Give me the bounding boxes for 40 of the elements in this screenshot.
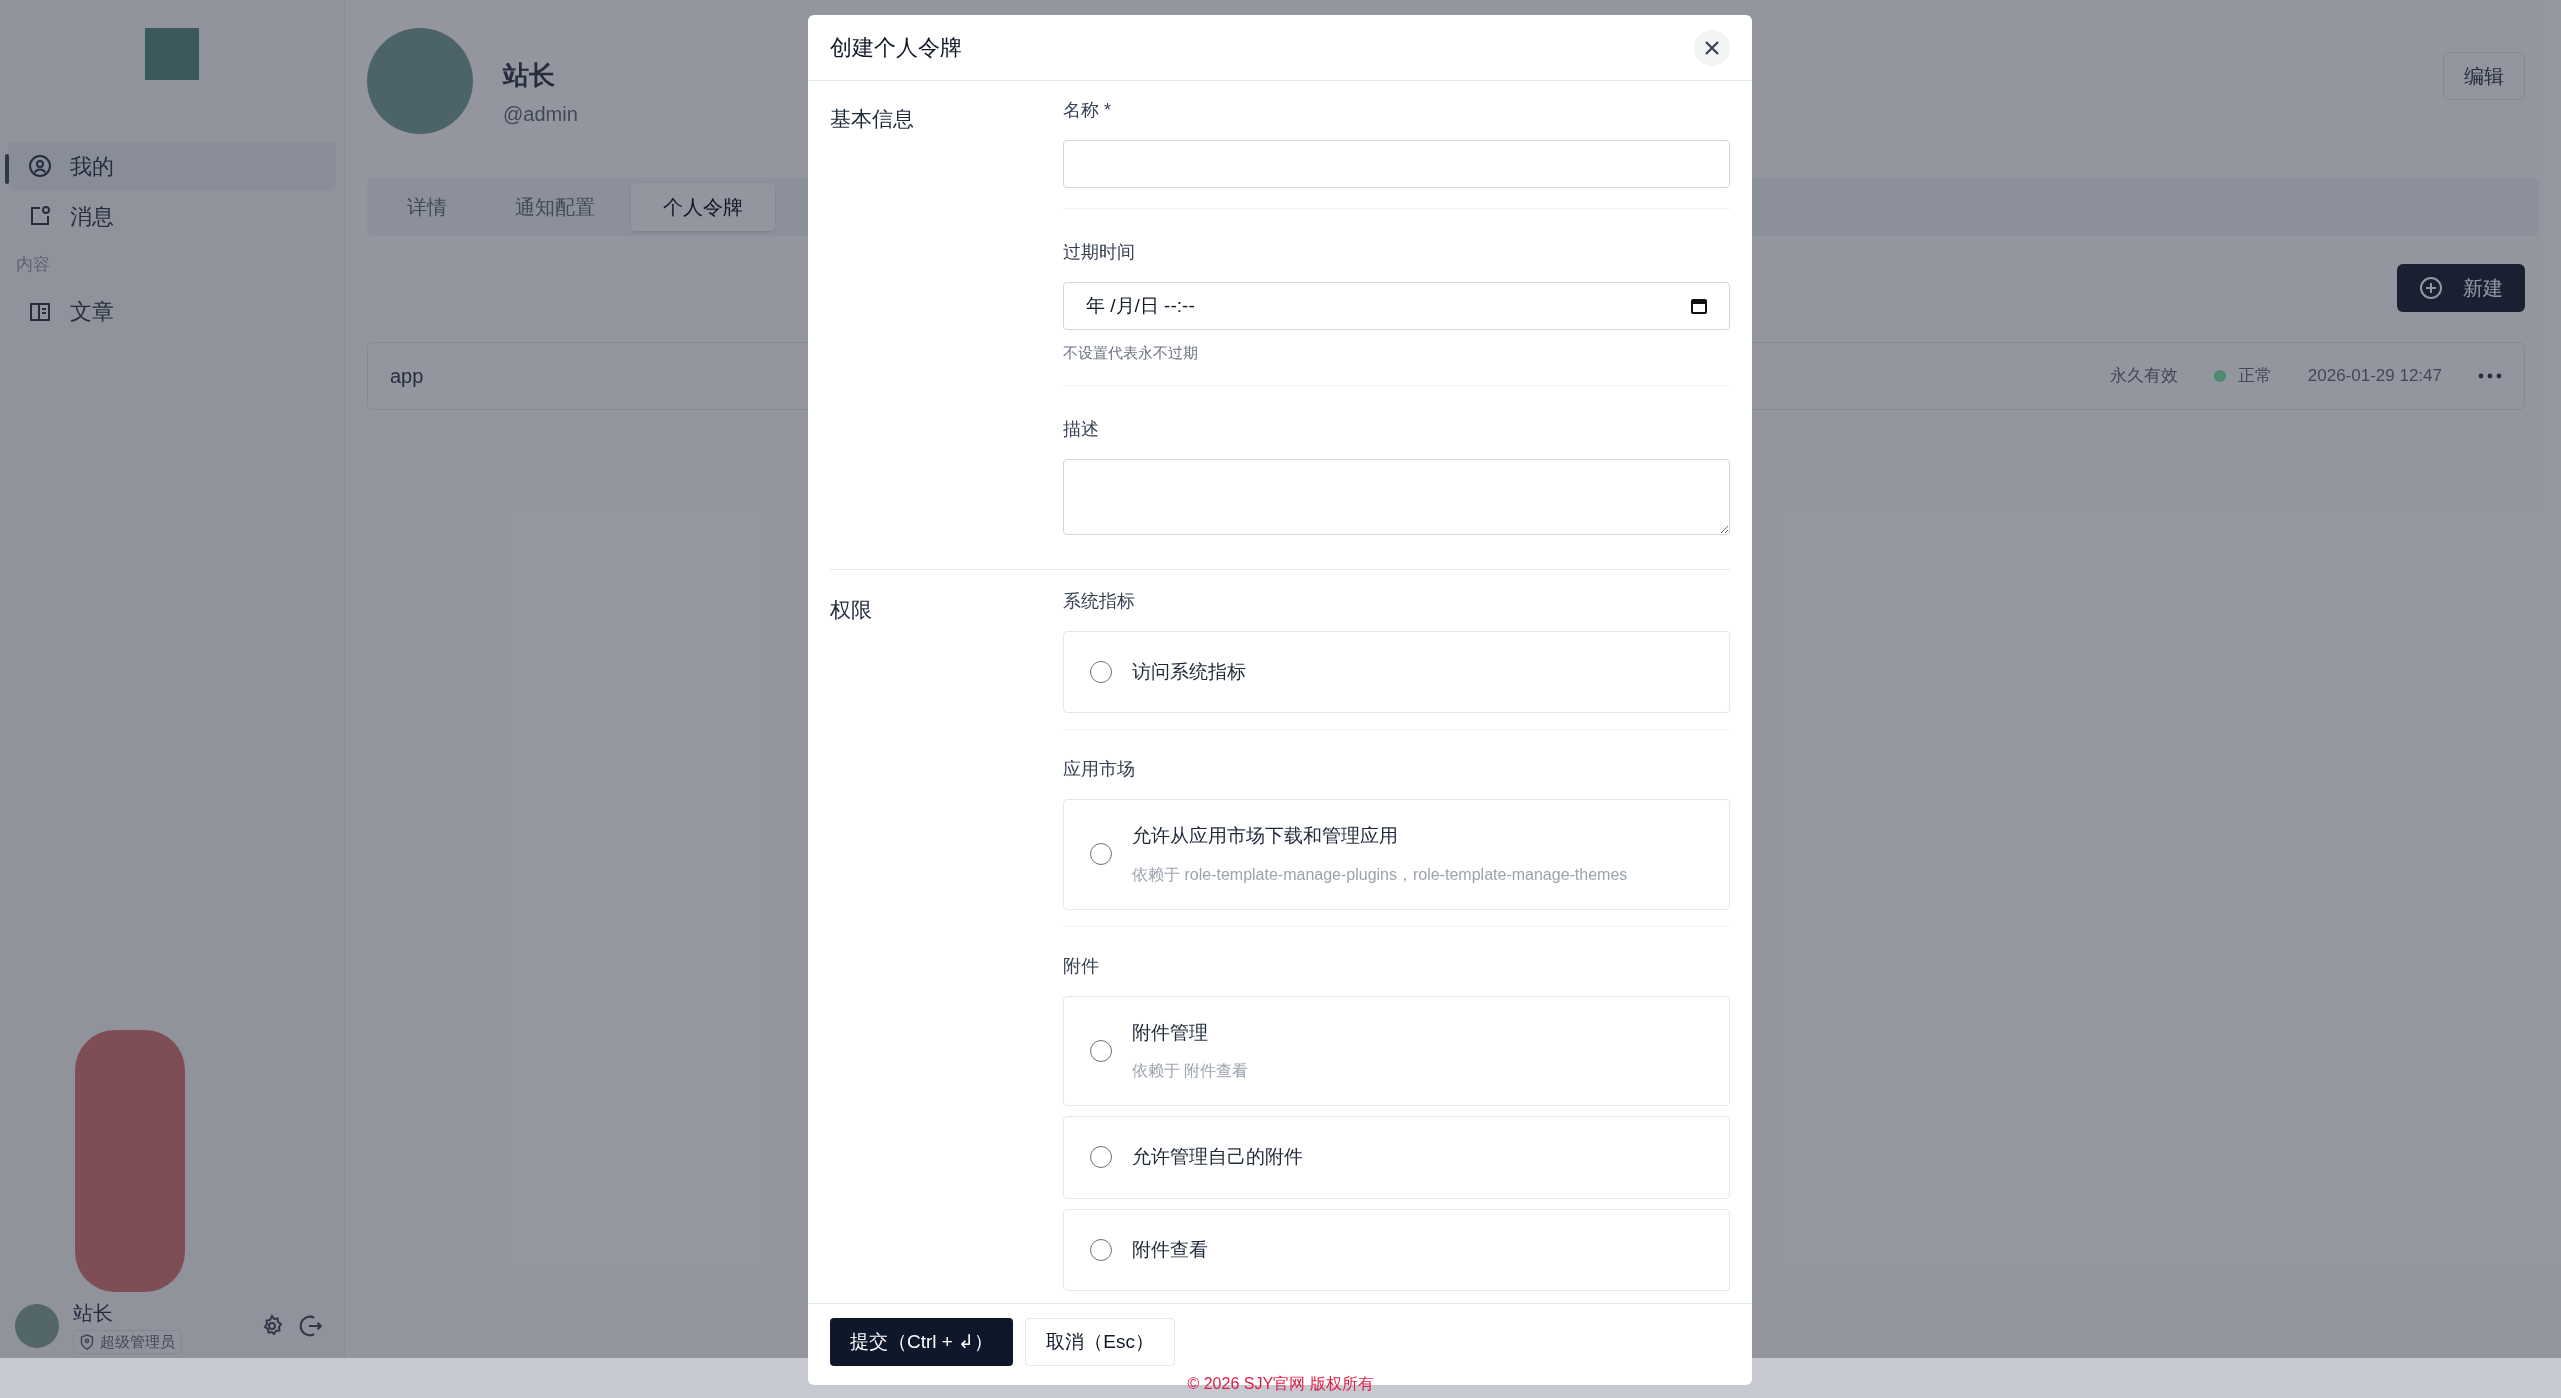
- help-text: 不设置代表永不过期: [1063, 343, 1199, 363]
- field-label: 名称 *: [1063, 99, 1112, 122]
- dialog-title: 创建个人令牌: [830, 34, 962, 62]
- option-label: 访问系统指标: [1132, 659, 1246, 684]
- datetime-input[interactable]: 年 /月/日 --:--: [1063, 282, 1730, 330]
- profile-name: 站长: [503, 59, 556, 92]
- tab[interactable]: 个人令牌: [631, 183, 775, 231]
- token-name: app: [390, 364, 424, 389]
- group-title: 应用市场: [1063, 758, 1136, 781]
- new-button[interactable]: 新建: [2397, 264, 2525, 312]
- sidebar-item[interactable]: 我的: [8, 142, 336, 190]
- sidebar-item[interactable]: 消息: [8, 192, 336, 240]
- cancel-button[interactable]: 取消（Esc）: [1025, 1318, 1175, 1366]
- field-label: 过期时间: [1063, 241, 1136, 264]
- role-badge: 超级管理员: [73, 1329, 182, 1354]
- permission-option[interactable]: 附件查看: [1063, 1208, 1730, 1291]
- field-label: 描述: [1063, 417, 1100, 441]
- dependency-note: 依赖于 附件查看: [1132, 1061, 1249, 1081]
- group-title: 系统指标: [1063, 589, 1136, 613]
- option-label: 允许从应用市场下载和管理应用: [1132, 824, 1399, 848]
- created-time: 2026-01-29 12:47: [2307, 365, 2442, 388]
- dependency-note: 依赖于 role-template-manage-plugins，role-template-manage-themes: [1132, 864, 1628, 885]
- user-name: 站长: [73, 1300, 114, 1326]
- group-title: 附件: [1063, 954, 1100, 978]
- sidebar-item[interactable]: 文章: [8, 287, 336, 336]
- token-expiry: 永久有效: [2109, 365, 2178, 388]
- option-label: 允许管理自己的附件: [1132, 1145, 1303, 1169]
- copyright-text: © 2026 SJY官网 版权所有: [1187, 1374, 1374, 1394]
- profile-handle: @admin: [503, 102, 578, 127]
- permission-option[interactable]: 允许管理自己的附件: [1063, 1116, 1730, 1199]
- edit-button[interactable]: 编辑: [2443, 52, 2525, 100]
- option-label: 附件管理: [1132, 1020, 1209, 1045]
- permission-option[interactable]: 允许从应用市场下载和管理应用 依赖于 role-template-manage-plugins，role-template-manage-themes: [1063, 799, 1730, 910]
- section-title: 基本信息: [830, 107, 914, 130]
- option-label: 附件查看: [1132, 1237, 1208, 1262]
- permission-option[interactable]: 附件管理 依赖于 附件查看: [1063, 995, 1730, 1106]
- permission-option[interactable]: 访问系统指标: [1063, 630, 1730, 713]
- section-title: 权限: [830, 597, 872, 621]
- submit-button[interactable]: 提交（Ctrl + ↲）: [830, 1318, 1014, 1366]
- status-text: 正常: [2237, 365, 2272, 388]
